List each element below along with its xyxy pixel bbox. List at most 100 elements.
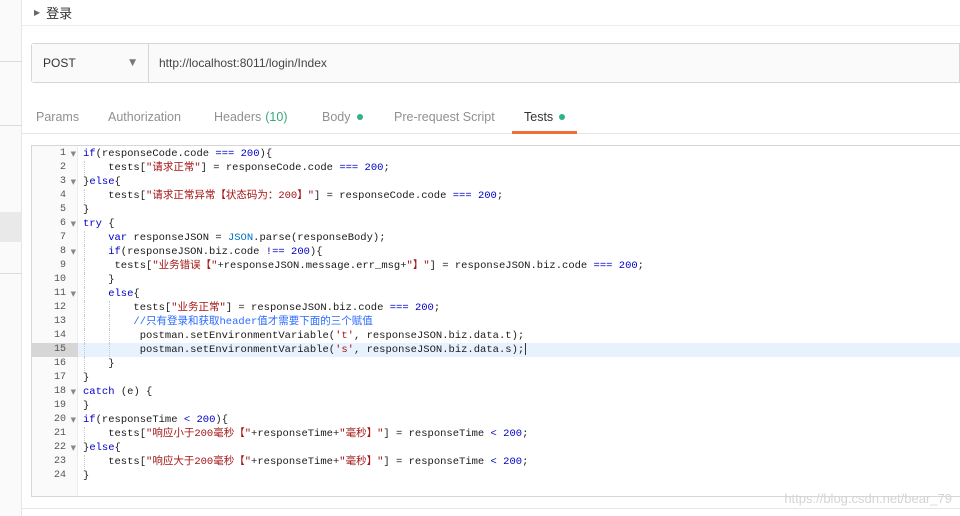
url-input[interactable] <box>149 44 959 82</box>
text-cursor <box>525 343 527 356</box>
tab-authorization[interactable]: Authorization <box>108 100 181 133</box>
code-line[interactable]: 9 tests["业务错误【"+responseJSON.message.err… <box>32 259 960 273</box>
code-line[interactable]: 12 tests["业务正常"] = responseJSON.biz.code … <box>32 301 960 315</box>
code-text: postman.setEnvironmentVariable('t', resp… <box>139 330 525 342</box>
line-number: 16 <box>53 358 66 369</box>
sidebar-divider <box>0 273 22 274</box>
code-line[interactable]: 18 ▼ catch (e) { <box>32 385 960 399</box>
tab-params[interactable]: Params <box>36 100 79 133</box>
fold-down-icon[interactable]: ▼ <box>71 287 76 301</box>
code-text: tests["业务错误【"+responseJSON.message.err_m… <box>114 260 644 272</box>
line-number-cell: 5 <box>32 203 78 217</box>
code-line[interactable]: 3 ▼ }else{ <box>32 175 960 189</box>
line-number-cell: 6 ▼ <box>32 217 78 231</box>
code-line[interactable]: 2 tests["请求正常"] = responseCode.code === 2… <box>32 161 960 175</box>
request-title-bar[interactable]: ▶ 登录 <box>22 0 960 26</box>
code-line[interactable]: 14 postman.setEnvironmentVariable('t', r… <box>32 329 960 343</box>
tab-label: Headers <box>214 109 262 124</box>
line-number-cell: 23 <box>32 455 78 469</box>
indent-guide <box>84 357 85 371</box>
code-text: }else{ <box>83 176 121 188</box>
code-line[interactable]: 16} <box>32 357 960 371</box>
caret-right-icon[interactable]: ▶ <box>34 8 40 17</box>
tab-headers[interactable]: Headers (10) <box>214 100 287 133</box>
code-line[interactable]: 10} <box>32 273 960 287</box>
method-select[interactable]: POST ▼ <box>32 44 149 82</box>
tab-tests[interactable]: Tests <box>511 100 578 134</box>
line-number-cell: 7 <box>32 231 78 245</box>
url-bar: POST ▼ <box>31 43 960 83</box>
code-line[interactable]: 15 postman.setEnvironmentVariable('s', r… <box>32 343 960 357</box>
sidebar-selected-item[interactable] <box>0 212 22 242</box>
tab-label: Params <box>36 109 80 124</box>
code-line[interactable]: 1 ▼ if(responseCode.code === 200){ <box>32 147 960 161</box>
code-line[interactable]: 8 ▼ if(responseJSON.biz.code !== 200){ <box>32 245 960 259</box>
code-line[interactable]: 24} <box>32 469 960 483</box>
fold-down-icon[interactable]: ▼ <box>71 413 76 427</box>
line-number-cell: 2 <box>32 161 78 175</box>
tab-pre-request-script[interactable]: Pre-request Script <box>394 100 495 133</box>
watermark: https://blog.csdn.net/bear_79 <box>784 491 952 506</box>
status-dot-icon <box>356 113 363 120</box>
line-number-cell: 4 <box>32 189 78 203</box>
code-text: } <box>108 358 115 370</box>
indent-guide <box>84 427 85 441</box>
line-number: 14 <box>53 330 66 341</box>
code-line[interactable]: 11 ▼ else{ <box>32 287 960 301</box>
method-label: POST <box>43 56 76 70</box>
code-line[interactable]: 20 ▼ if(responseTime < 200){ <box>32 413 960 427</box>
indent-guide <box>84 455 85 469</box>
indent-guide <box>84 273 85 287</box>
line-number: 13 <box>53 316 66 327</box>
code-line[interactable]: 22 ▼}else{ <box>32 441 960 455</box>
line-number: 3 <box>59 176 66 187</box>
line-number: 2 <box>59 162 66 173</box>
code-line[interactable]: 21 tests["响应小于200毫秒【"+responseTime+"毫秒】"]… <box>32 427 960 441</box>
code-line[interactable]: 5} <box>32 203 960 217</box>
indent-guide <box>84 231 85 245</box>
code-text: if(responseJSON.biz.code !== 200){ <box>108 246 323 258</box>
line-number: 20 <box>53 414 66 425</box>
code-line[interactable]: 23 tests["响应大于200毫秒【"+responseTime+"毫秒】"]… <box>32 455 960 469</box>
tab-label: Body <box>322 109 351 124</box>
fold-down-icon[interactable]: ▼ <box>71 217 76 231</box>
tests-code-editor[interactable]: 1 ▼ if(responseCode.code === 200){2 tests["… <box>31 145 960 497</box>
code-line[interactable]: 13 //只有登录和获取header值才需要下面的三个赋值 <box>32 315 960 329</box>
code-text: if(responseCode.code === 200){ <box>83 148 273 160</box>
tab-label: Tests <box>524 109 554 124</box>
code-text: var responseJSON = JSON.parse(responseBo… <box>108 232 386 244</box>
fold-down-icon[interactable]: ▼ <box>71 441 76 455</box>
tab-label: Authorization <box>108 109 181 124</box>
fold-down-icon[interactable]: ▼ <box>71 245 76 259</box>
bottom-divider <box>22 508 960 509</box>
code-text: tests["请求正常"] = responseCode.code === 20… <box>108 162 390 174</box>
line-number-cell: 1 ▼ <box>32 147 78 161</box>
code-line[interactable]: 7 var responseJSON = JSON.parse(responseB… <box>32 231 960 245</box>
line-number: 8 <box>59 246 66 257</box>
fold-down-icon[interactable]: ▼ <box>71 385 76 399</box>
code-text: }else{ <box>83 442 121 454</box>
fold-down-icon[interactable]: ▼ <box>71 147 76 161</box>
code-text: if(responseTime < 200){ <box>83 414 228 426</box>
line-number-cell: 17 <box>32 371 78 385</box>
line-number: 23 <box>53 456 66 467</box>
indent-guide <box>109 315 111 329</box>
code-text: } <box>83 400 90 412</box>
code-line[interactable]: 6 ▼ try { <box>32 217 960 231</box>
code-lines: 1 ▼ if(responseCode.code === 200){2 tests["… <box>32 147 960 483</box>
request-title: 登录 <box>46 7 73 22</box>
tab-body[interactable]: Body <box>322 100 363 133</box>
fold-down-icon[interactable]: ▼ <box>71 175 76 189</box>
code-text: try { <box>83 218 115 230</box>
code-line[interactable]: 17} <box>32 371 960 385</box>
line-number: 1 <box>59 148 66 159</box>
line-number: 4 <box>59 190 66 201</box>
code-line[interactable]: 19} <box>32 399 960 413</box>
line-number: 9 <box>59 260 66 271</box>
code-line[interactable]: 4 tests["请求正常异常【状态码为：200】"] = responseCod… <box>32 189 960 203</box>
line-number-cell: 9 <box>32 259 78 273</box>
line-number: 24 <box>53 470 66 481</box>
line-number: 6 <box>59 218 66 229</box>
line-number-cell: 12 <box>32 301 78 315</box>
line-number-cell: 14 <box>32 329 78 343</box>
